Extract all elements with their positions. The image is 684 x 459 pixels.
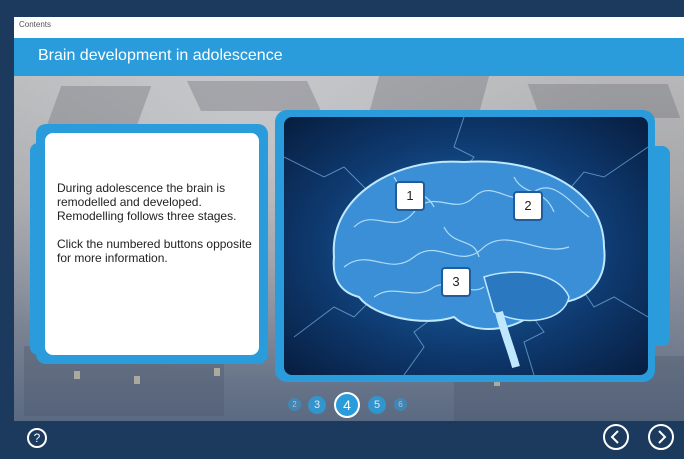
help-button[interactable]: ? <box>27 428 47 448</box>
question-mark-icon: ? <box>33 431 41 445</box>
next-button[interactable] <box>648 424 674 450</box>
instruction-paragraph: Click the numbered buttons opposite for … <box>57 237 252 265</box>
hotspot-3-button[interactable]: 3 <box>441 267 471 297</box>
brain-illustration <box>284 117 648 375</box>
hotspot-1-button[interactable]: 1 <box>395 181 425 211</box>
instruction-text: During adolescence the brain is remodell… <box>57 181 257 279</box>
brain-image <box>284 117 648 375</box>
intro-paragraph: During adolescence the brain is remodell… <box>57 181 237 223</box>
chevron-right-icon <box>658 430 667 444</box>
page-dot-2[interactable]: 2 <box>288 398 301 411</box>
page-dot-5[interactable]: 5 <box>368 396 386 414</box>
top-bar <box>0 0 684 17</box>
footer-bar <box>14 421 684 459</box>
page-dot-4-current[interactable]: 4 <box>334 392 360 418</box>
page-dot-6[interactable]: 6 <box>394 398 407 411</box>
chevron-left-icon <box>610 430 619 444</box>
previous-button[interactable] <box>603 424 629 450</box>
hotspot-2-button[interactable]: 2 <box>513 191 543 221</box>
page-title: Brain development in adolescence <box>38 47 283 64</box>
page-dot-3[interactable]: 3 <box>308 396 326 414</box>
contents-link[interactable]: Contents <box>19 20 51 29</box>
